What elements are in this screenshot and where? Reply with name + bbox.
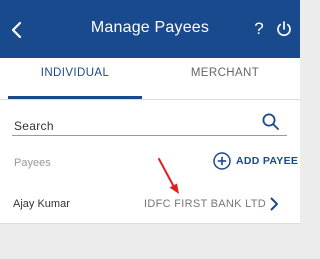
- top-app-bar: Manage Payees ?: [0, 0, 300, 58]
- payee-bank: IDFC FIRST BANK LTD: [144, 198, 267, 210]
- logout-button[interactable]: [275, 20, 293, 38]
- add-payee-label: ADD PAYEE: [236, 155, 299, 167]
- search-icon: [262, 113, 279, 130]
- list-divider: [0, 223, 300, 224]
- power-icon: [277, 21, 291, 37]
- help-button[interactable]: ?: [251, 19, 267, 39]
- search-input[interactable]: Search: [14, 119, 54, 133]
- payee-name: Ajay Kumar: [13, 198, 70, 210]
- search-underline: [12, 135, 287, 136]
- chevron-right-icon: [270, 197, 278, 211]
- payees-heading: Payees: [14, 157, 51, 169]
- search-button[interactable]: [261, 112, 281, 132]
- add-payee-button[interactable]: ADD PAYEE: [213, 150, 298, 172]
- payee-type-tabs: INDIVIDUAL MERCHANT: [0, 58, 300, 100]
- payees-panel: Search Payees ADD PAYEE Ajay Kumar IDFC …: [0, 100, 300, 224]
- plus-circle-icon: [213, 152, 231, 170]
- tab-individual[interactable]: INDIVIDUAL: [0, 58, 150, 100]
- tab-merchant[interactable]: MERCHANT: [150, 58, 300, 100]
- payee-row[interactable]: Ajay Kumar IDFC FIRST BANK LTD: [0, 190, 300, 220]
